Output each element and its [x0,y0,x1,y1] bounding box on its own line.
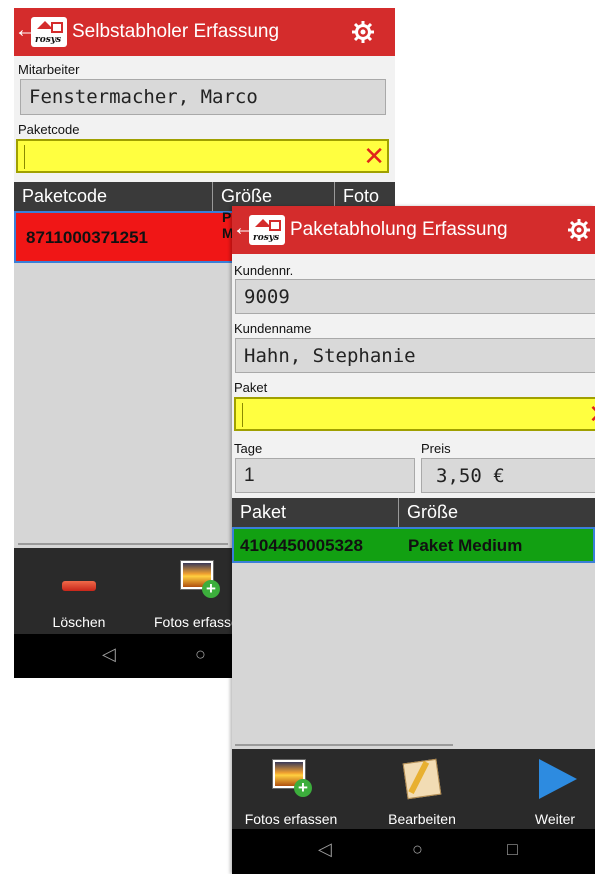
screen-title: Selbstabholer Erfassung [72,21,280,42]
photos-label: Fotos erfassen [244,811,338,827]
clear-icon[interactable]: ✕ [363,143,385,169]
kundenname-label: Kundenname [234,321,312,336]
cell-groesse: Paket Medium [408,536,523,555]
screen-title: Paketabholung Erfassung [290,219,508,240]
clear-icon[interactable]: ✕ [588,401,595,427]
settings-gear-icon[interactable] [351,20,375,44]
settings-gear-icon[interactable] [567,218,591,242]
table-header: Paket Größe [232,498,595,527]
kundennr-field[interactable]: 9009 [235,279,595,314]
cell-paket: 4104450005328 [240,536,363,555]
app-bar: ← rosys Selbstabholer Erfassung [14,8,395,56]
nav-back-icon[interactable]: ◁ [102,644,116,665]
cell-paketcode: 8711000371251 [26,228,148,247]
play-arrow-icon [539,759,577,799]
paket-label: Paket [234,380,268,395]
scroll-indicator [18,543,228,545]
table-row[interactable]: 4104450005328 Paket Medium [232,527,595,563]
nav-home-icon[interactable]: ○ [195,644,206,665]
column-header-paket[interactable]: Paket [232,498,398,527]
tage-label: Tage [234,441,263,456]
nav-recent-apps-icon[interactable]: □ [507,839,518,860]
next-button[interactable]: Weiter [515,755,595,827]
paketcode-label: Paketcode [18,122,80,137]
kundennr-label: Kundennr. [234,263,294,278]
system-nav-bar: ◁ ○ □ [232,829,595,874]
next-label: Weiter [534,811,576,827]
edit-label: Bearbeiten [388,811,456,827]
app-logo: rosys [249,215,285,245]
preis-label: Preis [421,441,451,456]
photos-button[interactable]: + Fotos erfassen [236,755,346,827]
mitarbeiter-field[interactable]: Fenstermacher, Marco [20,79,386,115]
app-bar: ← rosys Paketabholung Erfassung [232,206,595,254]
form-section: Mitarbeiter Fenstermacher, Marco Paketco… [14,56,395,182]
column-header-groesse[interactable]: Größe [398,498,595,527]
add-photo-icon: + [272,759,312,797]
tage-field[interactable]: 1 [235,458,415,493]
mitarbeiter-label: Mitarbeiter [18,62,80,77]
edit-button[interactable]: Bearbeiten [372,755,472,827]
column-header-paketcode[interactable]: Paketcode [14,182,212,211]
minus-icon [62,581,96,591]
nav-home-icon[interactable]: ○ [412,839,423,860]
notepad-pencil-icon [402,758,442,800]
action-bar: + Fotos erfassen Bearbeiten Weiter [232,749,595,829]
delete-button[interactable]: Löschen [44,556,114,630]
paketcode-input[interactable]: ✕ [16,139,389,173]
paketabholung-screen: ← rosys Paketabholung Erfassung Kundennr… [232,206,595,874]
scroll-indicator [235,744,453,746]
preis-field[interactable]: 3,50 € [421,458,595,493]
delete-label: Löschen [52,614,106,630]
add-photo-icon: + [180,560,220,598]
app-logo: rosys [31,17,67,47]
form-section: Kundennr. 9009 Kundenname Hahn, Stephani… [232,254,595,498]
kundenname-field[interactable]: Hahn, Stephanie [235,338,595,373]
nav-back-icon[interactable]: ◁ [318,839,332,860]
paket-input[interactable]: ✕ [234,397,595,431]
